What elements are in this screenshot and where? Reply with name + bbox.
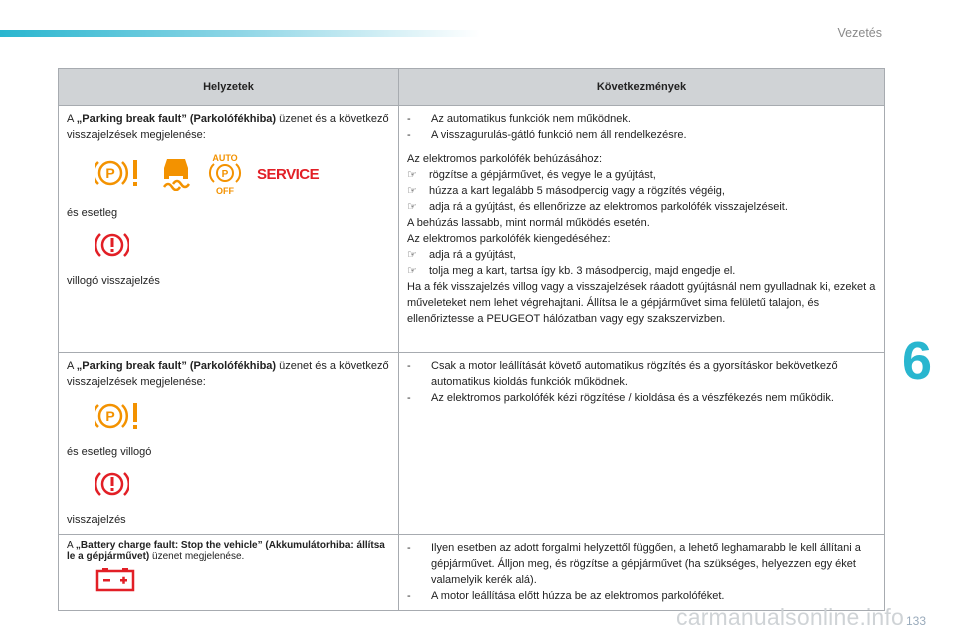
and-maybe-text: és esetleg [67, 207, 118, 219]
list-item: Az elektromos parkolófék kézi rögzítése … [407, 390, 876, 406]
brake-warning-icon-wrap [93, 229, 390, 265]
situation-cell: A „Parking break fault” (Parkolófékhiba)… [58, 105, 399, 353]
table-row: A „Parking break fault” (Parkolófékhiba)… [58, 352, 885, 535]
situation-text: A „Parking break fault” (Parkolófékhiba)… [67, 113, 389, 141]
watermark: carmanualsonline.info [676, 604, 904, 630]
table-row: A „Battery charge fault: Stop the vehicl… [58, 534, 885, 611]
parking-fault-icon: P [91, 399, 145, 438]
release-title: Az elektromos parkolófék kiengedéséhez: [407, 233, 611, 245]
list-item: rögzítse a gépjárművet, és vegye le a gy… [407, 167, 876, 183]
list-item: Az automatikus funkciók nem működnek. [407, 111, 876, 127]
brake-warning-icon [93, 472, 131, 503]
flashing-text: visszajelzés [67, 514, 126, 526]
consequence-cell: Ilyen esetben az adott forgalmi helyzett… [398, 534, 885, 611]
release-steps: adja rá a gyújtást, tolja meg a kart, ta… [407, 247, 876, 279]
list-item: adja rá a gyújtást, és ellenőrizze az el… [407, 199, 876, 215]
list-item: A visszagurulás-gátló funkció nem áll re… [407, 127, 876, 143]
parking-fault-icon: P [91, 156, 145, 195]
list-item: A motor leállítása előtt húzza be az ele… [407, 588, 876, 604]
situation-text: A „Parking break fault” (Parkolófékhiba)… [67, 360, 389, 388]
svg-text:OFF: OFF [216, 186, 234, 195]
apply-steps: rögzítse a gépjárművet, és vegye le a gy… [407, 167, 876, 215]
battery-icon-wrap [95, 566, 390, 594]
brake-warning-icon [93, 233, 131, 264]
consequence-list: Csak a motor leállítását követő automati… [407, 358, 876, 406]
warning-icons: P [91, 399, 390, 438]
list-item: tolja meg a kart, tartsa így kb. 3 másod… [407, 263, 876, 279]
list-item: húzza a kart legalább 5 másodpercig vagy… [407, 183, 876, 199]
svg-text:P: P [105, 165, 114, 181]
situation-cell: A „Parking break fault” (Parkolófékhiba)… [58, 352, 399, 535]
col-header-situations: Helyzetek [58, 68, 399, 106]
auto-p-off-icon: AUTO P OFF [207, 151, 243, 200]
warning-icons: P [91, 151, 390, 200]
consequence-cell: Az automatikus funkciók nem működnek. A … [398, 105, 885, 353]
brake-warning-icon-wrap [93, 468, 390, 504]
flashing-text: villogó visszajelzés [67, 275, 160, 287]
top-accent-bar [0, 30, 480, 37]
battery-icon [95, 568, 135, 595]
slow-note: A behúzás lassabb, mint normál működés e… [407, 217, 650, 229]
list-item: Csak a motor leállítását követő automati… [407, 358, 876, 390]
warning-table: Helyzetek Következmények A „Parking brea… [58, 68, 885, 611]
svg-text:AUTO: AUTO [212, 153, 237, 163]
consequence-list: Az automatikus funkciók nem működnek. A … [407, 111, 876, 143]
col-header-consequences: Következmények [398, 68, 885, 106]
section-title: Vezetés [837, 26, 882, 40]
service-text-icon: SERVICE [257, 166, 320, 183]
chapter-number: 6 [902, 331, 933, 391]
page-number: 133 [906, 614, 927, 628]
svg-text:P: P [222, 169, 229, 180]
table-row: A „Parking break fault” (Parkolófékhiba)… [58, 105, 885, 353]
situation-text: A „Battery charge fault: Stop the vehicl… [67, 540, 385, 562]
list-item: Ilyen esetben az adott forgalmi helyzett… [407, 540, 876, 588]
svg-text:P: P [105, 408, 114, 424]
apply-title: Az elektromos parkolófék behúzásához: [407, 153, 603, 165]
list-item: adja rá a gyújtást, [407, 247, 876, 263]
situation-cell: A „Battery charge fault: Stop the vehicl… [58, 534, 399, 611]
esp-skid-icon [159, 155, 193, 196]
consequence-cell: Csak a motor leállítását követő automati… [398, 352, 885, 535]
consequence-list: Ilyen esetben az adott forgalmi helyzett… [407, 540, 876, 604]
and-maybe-text: és esetleg villogó [67, 446, 152, 458]
final-note: Ha a fék visszajelzés villog vagy a viss… [407, 281, 876, 325]
